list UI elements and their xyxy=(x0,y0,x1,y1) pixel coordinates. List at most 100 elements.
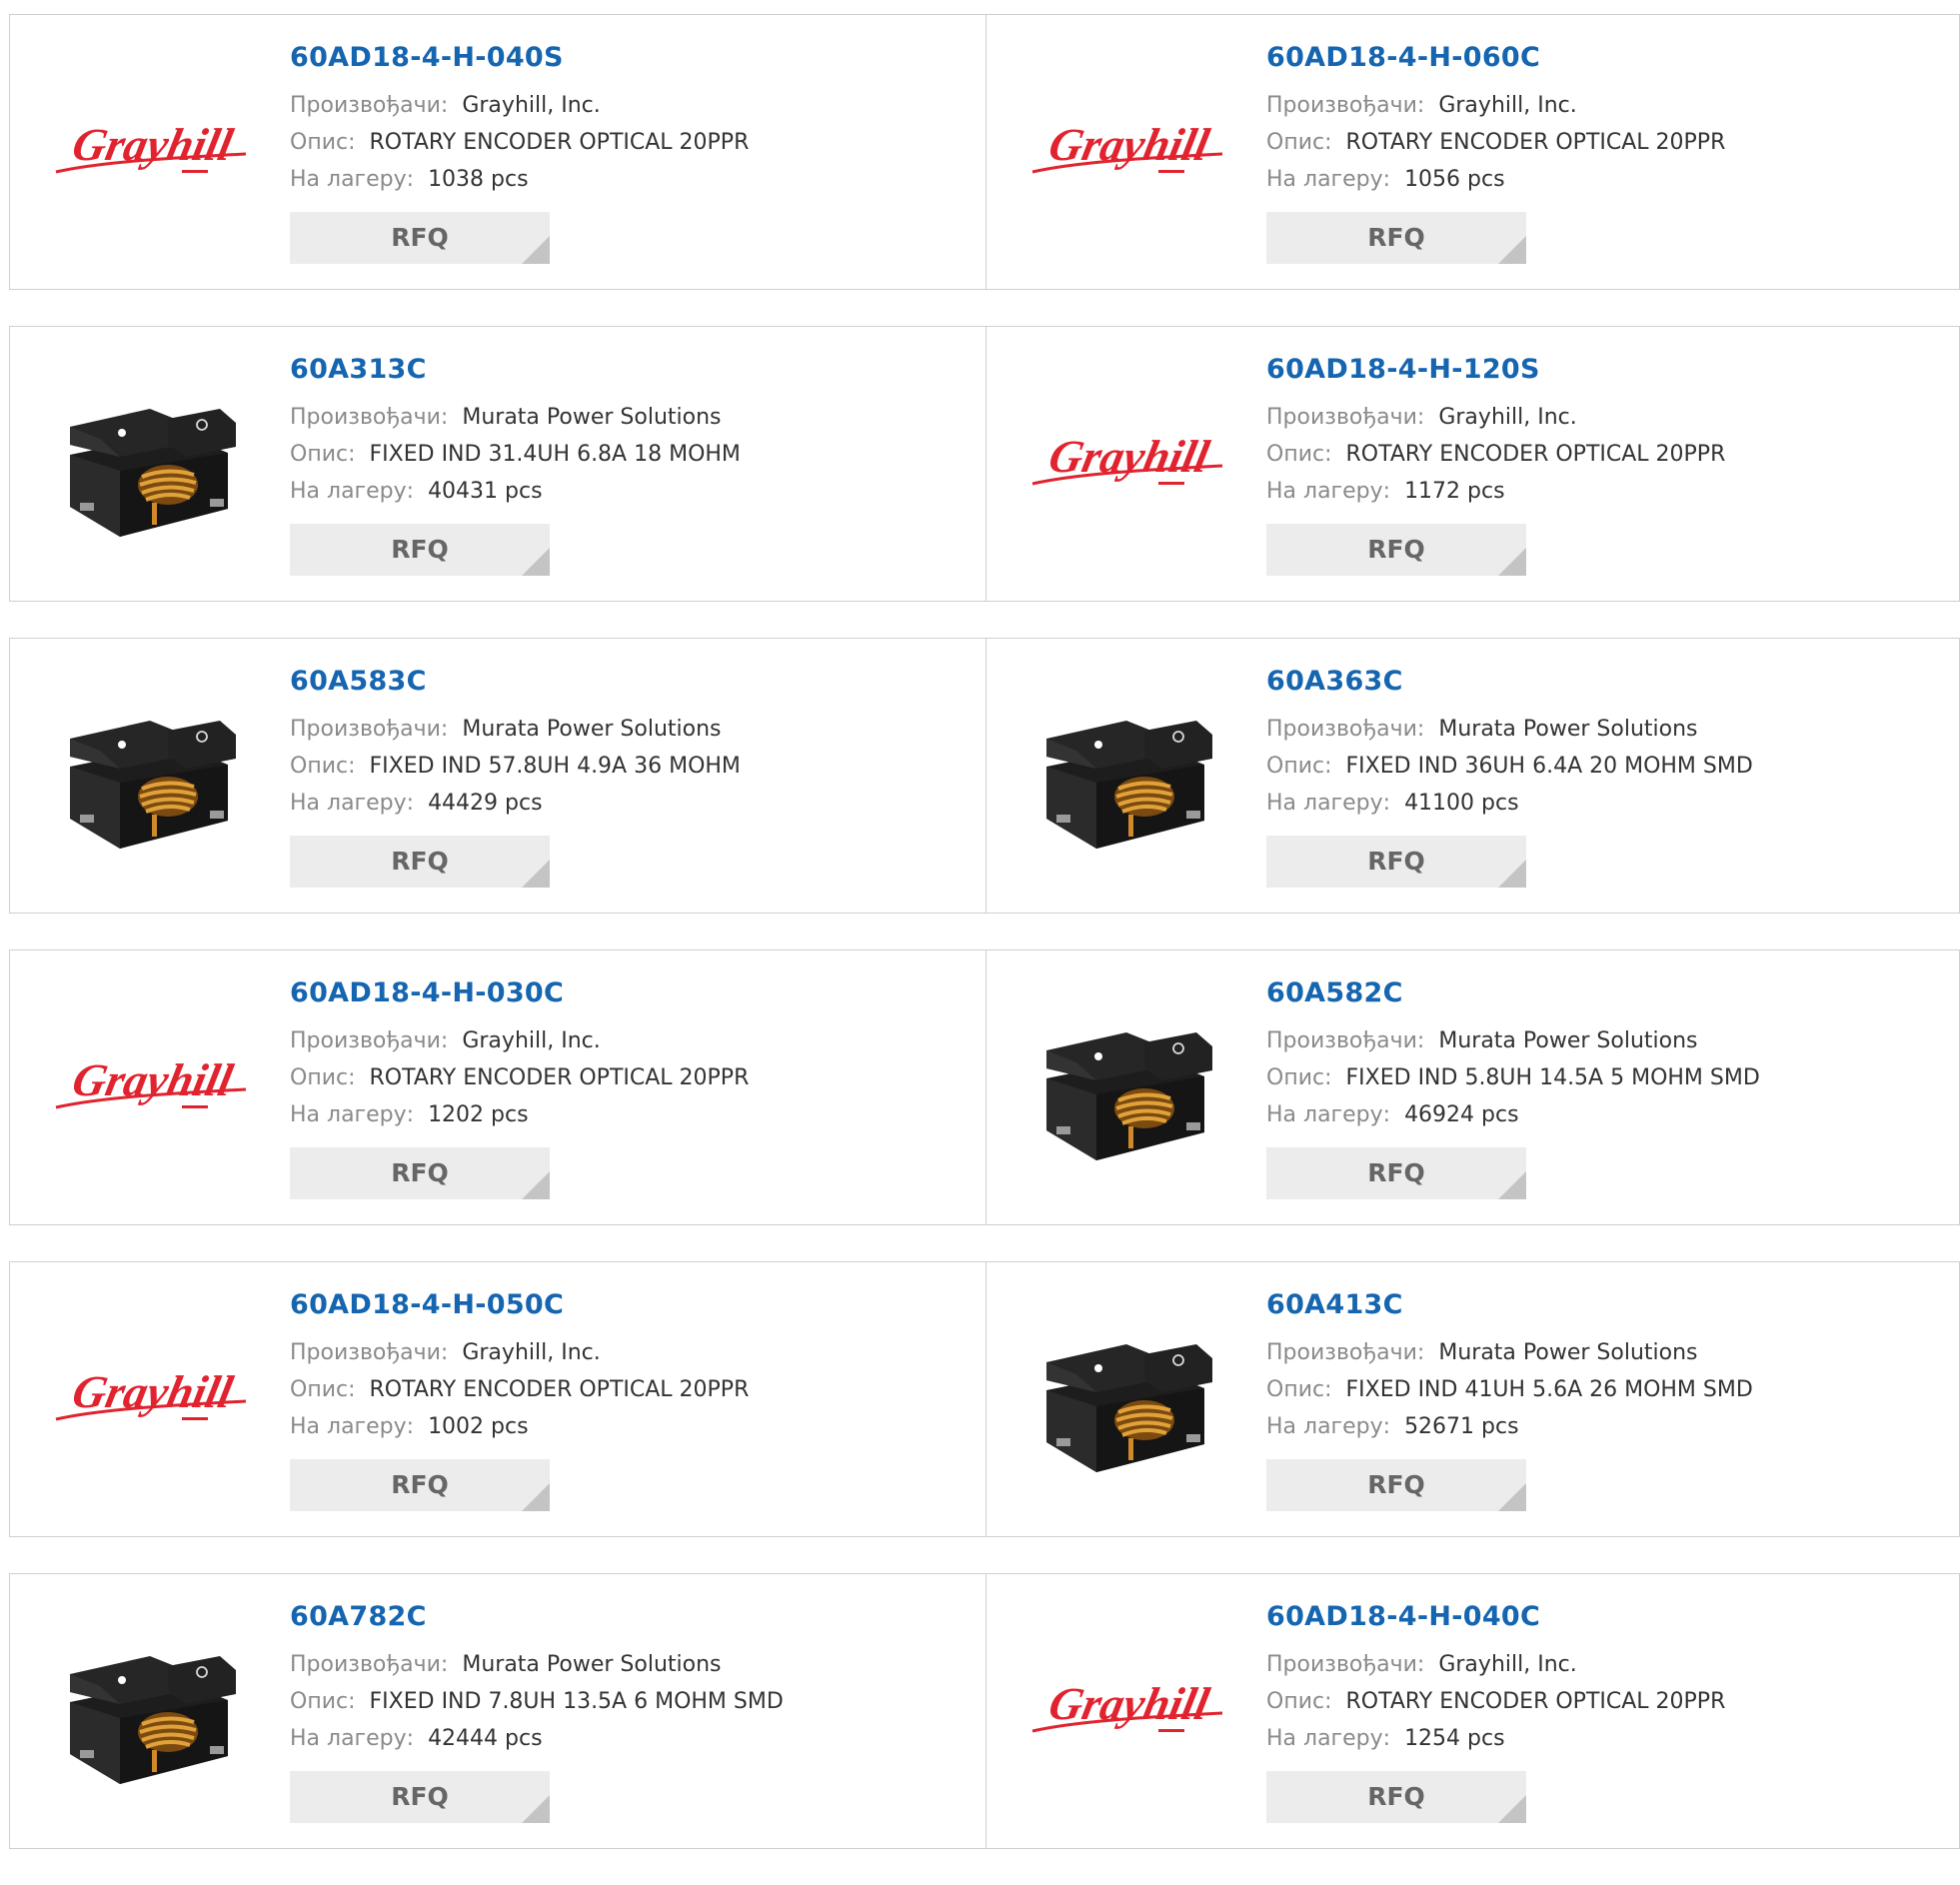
stock-line: На лагеру: 1254 pcs xyxy=(1266,1720,1949,1757)
part-number-link[interactable]: 60AD18-4-H-060C xyxy=(1266,41,1949,75)
description-value: FIXED IND 31.4UH 6.8A 18 MOHM xyxy=(369,442,741,467)
product-info: 60A583C Произвођачи: Murata Power Solutio… xyxy=(290,665,976,888)
part-number-link[interactable]: 60A582C xyxy=(1266,976,1949,1010)
manufacturer-label: Произвођачи: xyxy=(1266,93,1425,118)
manufacturer-line: Произвођачи: Grayhill, Inc. xyxy=(1266,399,1949,436)
stock-value: 42444 pcs xyxy=(428,1726,543,1751)
description-value: ROTARY ENCODER OPTICAL 20PPR xyxy=(1345,1689,1726,1714)
stock-label: На лагеру: xyxy=(1266,479,1391,504)
description-value: ROTARY ENCODER OPTICAL 20PPR xyxy=(369,1377,750,1402)
description-value: ROTARY ENCODER OPTICAL 20PPR xyxy=(1345,130,1726,155)
description-label: Опис: xyxy=(1266,1377,1332,1402)
part-number-link[interactable]: 60A782C xyxy=(290,1600,976,1634)
description-label: Опис: xyxy=(290,1377,356,1402)
manufacturer-value: Murata Power Solutions xyxy=(462,1652,722,1677)
stock-label: На лагеру: xyxy=(290,1414,415,1439)
rfq-button[interactable]: RFQ xyxy=(290,212,550,264)
stock-line: На лагеру: 1038 pcs xyxy=(290,161,976,198)
manufacturer-value: Grayhill, Inc. xyxy=(462,1028,601,1053)
part-number-link[interactable]: 60A363C xyxy=(1266,665,1949,699)
description-line: Опис: FIXED IND 31.4UH 6.8A 18 MOHM xyxy=(290,436,976,473)
part-number-link[interactable]: 60A313C xyxy=(290,353,976,387)
product-info: 60A313C Произвођачи: Murata Power Solutio… xyxy=(290,353,976,576)
description-value: FIXED IND 5.8UH 14.5A 5 MOHM SMD xyxy=(1345,1065,1760,1090)
product-card: Grayhill 60AD18-4-H-040S Произвођачи: Gra… xyxy=(9,14,986,290)
product-info: 60AD18-4-H-060C Произвођачи: Grayhill, In… xyxy=(1266,41,1949,264)
product-info: 60AD18-4-H-030C Произвођачи: Grayhill, In… xyxy=(290,976,976,1199)
product-image[interactable]: Grayhill xyxy=(50,75,250,235)
rfq-button[interactable]: RFQ xyxy=(1266,1147,1526,1199)
rfq-button[interactable]: RFQ xyxy=(290,836,550,888)
stock-value: 1056 pcs xyxy=(1404,167,1505,192)
part-number-link[interactable]: 60AD18-4-H-050C xyxy=(290,1288,976,1322)
stock-label: На лагеру: xyxy=(290,1726,415,1751)
description-label: Опис: xyxy=(1266,1689,1332,1714)
description-line: Опис: ROTARY ENCODER OPTICAL 20PPR xyxy=(1266,124,1949,161)
description-line: Опис: ROTARY ENCODER OPTICAL 20PPR xyxy=(290,1059,976,1096)
description-label: Опис: xyxy=(290,130,356,155)
product-image[interactable] xyxy=(1026,699,1226,859)
part-number-link[interactable]: 60AD18-4-H-030C xyxy=(290,976,976,1010)
product-image[interactable]: Grayhill xyxy=(50,1322,250,1482)
rfq-button[interactable]: RFQ xyxy=(1266,524,1526,576)
rfq-button[interactable]: RFQ xyxy=(290,1147,550,1199)
stock-value: 1254 pcs xyxy=(1404,1726,1505,1751)
part-number-link[interactable]: 60AD18-4-H-120S xyxy=(1266,353,1949,387)
product-image[interactable] xyxy=(50,699,250,859)
stock-label: На лагеру: xyxy=(290,479,415,504)
product-image[interactable]: Grayhill xyxy=(50,1010,250,1170)
product-image[interactable]: Grayhill xyxy=(1026,75,1226,235)
manufacturer-label: Произвођачи: xyxy=(290,1652,449,1677)
description-value: FIXED IND 7.8UH 13.5A 6 MOHM SMD xyxy=(369,1689,784,1714)
manufacturer-value: Grayhill, Inc. xyxy=(1438,1652,1577,1677)
product-row: Grayhill 60AD18-4-H-030C Произвођачи: Gra… xyxy=(9,949,1960,1225)
manufacturer-label: Произвођачи: xyxy=(290,1028,449,1053)
product-image[interactable] xyxy=(1026,1322,1226,1482)
rfq-button[interactable]: RFQ xyxy=(1266,212,1526,264)
stock-line: На лагеру: 42444 pcs xyxy=(290,1720,976,1757)
svg-text:Grayhill: Grayhill xyxy=(1044,1679,1213,1729)
part-number-link[interactable]: 60AD18-4-H-040S xyxy=(290,41,976,75)
grayhill-logo: Grayhill xyxy=(55,1055,247,1109)
stock-line: На лагеру: 46924 pcs xyxy=(1266,1096,1949,1133)
manufacturer-line: Произвођачи: Murata Power Solutions xyxy=(1266,1334,1949,1371)
product-card: 60A313C Произвођачи: Murata Power Solutio… xyxy=(9,326,986,602)
description-label: Опис: xyxy=(290,442,356,467)
part-number-link[interactable]: 60A583C xyxy=(290,665,976,699)
stock-value: 41100 pcs xyxy=(1404,791,1519,816)
manufacturer-line: Произвођачи: Murata Power Solutions xyxy=(1266,711,1949,748)
grayhill-logo: Grayhill xyxy=(1031,1679,1223,1733)
product-image[interactable] xyxy=(50,387,250,547)
grayhill-logo: Grayhill xyxy=(55,120,247,174)
manufacturer-label: Произвођачи: xyxy=(290,717,449,742)
stock-label: На лагеру: xyxy=(1266,167,1391,192)
stock-value: 46924 pcs xyxy=(1404,1102,1519,1127)
rfq-button[interactable]: RFQ xyxy=(1266,1459,1526,1511)
rfq-button[interactable]: RFQ xyxy=(290,1771,550,1823)
stock-label: На лагеру: xyxy=(290,167,415,192)
manufacturer-label: Произвођачи: xyxy=(1266,1340,1425,1365)
rfq-button[interactable]: RFQ xyxy=(290,524,550,576)
manufacturer-line: Произвођачи: Murata Power Solutions xyxy=(1266,1022,1949,1059)
manufacturer-label: Произвођачи: xyxy=(290,1340,449,1365)
description-value: ROTARY ENCODER OPTICAL 20PPR xyxy=(369,1065,750,1090)
product-image[interactable] xyxy=(1026,1010,1226,1170)
part-number-link[interactable]: 60A413C xyxy=(1266,1288,1949,1322)
product-card: 60A582C Произвођачи: Murata Power Solutio… xyxy=(986,949,1960,1225)
stock-label: На лагеру: xyxy=(1266,1726,1391,1751)
product-image[interactable]: Grayhill xyxy=(1026,387,1226,547)
product-image[interactable]: Grayhill xyxy=(1026,1634,1226,1794)
rfq-button[interactable]: RFQ xyxy=(1266,1771,1526,1823)
stock-line: На лагеру: 41100 pcs xyxy=(1266,785,1949,822)
rfq-button[interactable]: RFQ xyxy=(1266,836,1526,888)
description-line: Опис: ROTARY ENCODER OPTICAL 20PPR xyxy=(1266,436,1949,473)
part-number-link[interactable]: 60AD18-4-H-040C xyxy=(1266,1600,1949,1634)
product-image[interactable] xyxy=(50,1634,250,1794)
svg-text:Grayhill: Grayhill xyxy=(1044,120,1213,170)
description-label: Опис: xyxy=(1266,130,1332,155)
stock-value: 1038 pcs xyxy=(428,167,529,192)
description-line: Опис: FIXED IND 7.8UH 13.5A 6 MOHM SMD xyxy=(290,1683,976,1720)
rfq-button[interactable]: RFQ xyxy=(290,1459,550,1511)
manufacturer-line: Произвођачи: Murata Power Solutions xyxy=(290,711,976,748)
description-label: Опис: xyxy=(290,1065,356,1090)
